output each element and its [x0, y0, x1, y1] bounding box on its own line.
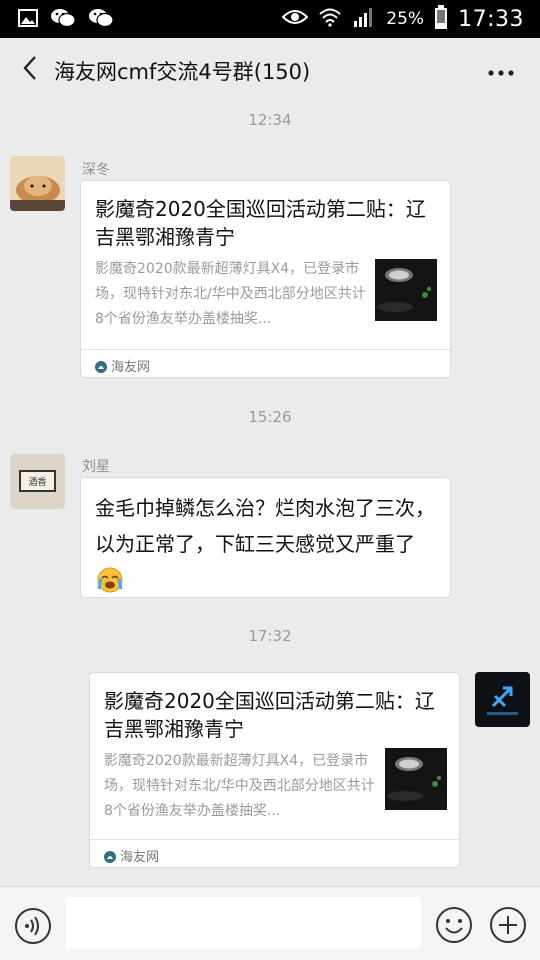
link-card[interactable]: 影魔奇2020全国巡回活动第二贴：辽吉黑鄂湘豫青宁 影魔奇2020款最新超薄灯具…: [80, 180, 451, 378]
crying-emoji-icon: [97, 567, 123, 604]
battery-percent: 25%: [386, 9, 425, 29]
message-input[interactable]: [66, 897, 421, 949]
emoji-button[interactable]: [434, 905, 474, 945]
input-bar: [0, 886, 540, 960]
image-icon: [18, 8, 38, 32]
back-button[interactable]: [12, 52, 48, 88]
sender-name: 深冬: [82, 162, 110, 178]
wifi-icon: [318, 7, 342, 31]
voice-icon: [14, 908, 52, 949]
more-button[interactable]: [482, 56, 520, 86]
card-thumbnail: [385, 748, 447, 810]
card-thumbnail: [375, 259, 437, 321]
signal-icon: [352, 7, 376, 31]
card-source: 海友网: [120, 850, 160, 865]
card-source: 海友网: [111, 360, 151, 375]
card-footer: 海友网: [90, 839, 459, 867]
card-title: 影魔奇2020全国巡回活动第二贴：辽吉黑鄂湘豫青宁: [104, 689, 435, 741]
source-logo-icon: [95, 358, 107, 373]
svg-text:酒香: 酒香: [28, 477, 46, 488]
wechat-icon: [50, 7, 76, 33]
clock: 17:33: [458, 6, 524, 32]
message-text: 金毛巾掉鳞怎么治？烂肉水泡了三次，以为正常了，下缸三天感觉又严重了: [95, 496, 435, 556]
card-description: 影魔奇2020款最新超薄灯具X4，已登录市场，现特针对东北/华中及西北部分地区共…: [95, 261, 366, 327]
link-card[interactable]: 影魔奇2020全国巡回活动第二贴：辽吉黑鄂湘豫青宁 影魔奇2020款最新超薄灯具…: [89, 672, 460, 868]
plus-icon: [488, 907, 528, 949]
sender-name: 刘星: [82, 459, 110, 475]
timestamp: 15:26: [248, 408, 292, 426]
timestamp: 12:34: [248, 111, 292, 129]
emoji-icon: [434, 907, 474, 949]
timestamp: 17:32: [248, 627, 292, 645]
card-footer: 海友网: [81, 349, 450, 377]
avatar[interactable]: [475, 672, 530, 727]
text-message[interactable]: 金毛巾掉鳞怎么治？烂肉水泡了三次，以为正常了，下缸三天感觉又严重了: [80, 477, 451, 598]
battery-icon: [434, 5, 448, 33]
more-dots-icon: [487, 62, 515, 81]
voice-button[interactable]: [14, 907, 52, 945]
avatar[interactable]: 酒香: [10, 454, 65, 509]
chat-title: 海友网cmf交流4号群(150): [54, 60, 311, 84]
chat-header: 海友网cmf交流4号群(150): [0, 38, 540, 102]
status-bar: 25% 17:33: [0, 0, 540, 38]
avatar[interactable]: [10, 156, 65, 211]
card-title: 影魔奇2020全国巡回活动第二贴：辽吉黑鄂湘豫青宁: [95, 197, 426, 249]
card-description: 影魔奇2020款最新超薄灯具X4，已登录市场，现特针对东北/华中及西北部分地区共…: [104, 753, 375, 819]
chevron-left-icon: [22, 55, 38, 85]
eye-icon: [281, 8, 309, 30]
plus-button[interactable]: [488, 905, 528, 945]
wechat-icon: [88, 7, 114, 33]
source-logo-icon: [104, 848, 116, 863]
